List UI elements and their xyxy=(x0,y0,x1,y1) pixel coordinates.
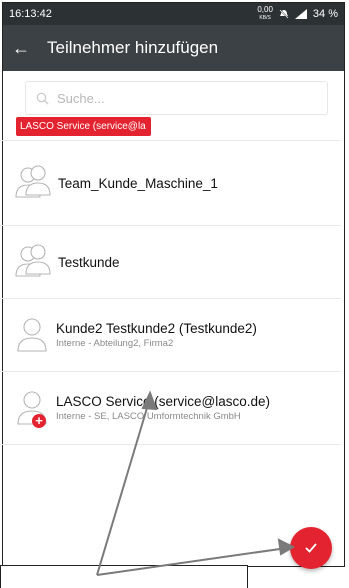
participant-details: Interne - SE, LASCO Umformtechnik GmbH xyxy=(56,411,241,422)
participant-name: Testkunde xyxy=(58,254,120,270)
selected-participant-chip[interactable]: LASCO Service (service@la xyxy=(16,117,151,136)
user-avatar: + xyxy=(14,388,50,428)
chip-label: LASCO Service (service@la xyxy=(20,121,146,132)
checkmark-icon xyxy=(305,543,317,553)
page-title: Teilnehmer hinzufügen xyxy=(47,38,219,57)
back-arrow-icon[interactable]: ← xyxy=(3,38,39,59)
participant-details: Interne - Abteilung2, Firma2 xyxy=(56,338,174,349)
network-speed-unit: KB/S xyxy=(259,15,271,21)
search-placeholder: Suche... xyxy=(57,90,105,106)
participant-name: Kunde2 Testkunde2 (Testkunde2) xyxy=(56,321,257,336)
search-icon xyxy=(36,92,49,104)
mute-icon xyxy=(279,9,289,19)
list-item[interactable]: Team_Kunde_Maschine_1 xyxy=(0,140,341,225)
search-container: Suche... xyxy=(3,71,344,121)
list-divider xyxy=(0,444,341,445)
search-input[interactable]: Suche... xyxy=(25,81,328,115)
list-item-text: Kunde2 Testkunde2 (Testkunde2) Interne -… xyxy=(56,321,257,349)
add-plus-icon[interactable]: + xyxy=(32,414,46,428)
confirm-button[interactable] xyxy=(290,527,332,569)
network-speed: 0,00 KB/S xyxy=(257,6,273,22)
signal-icon xyxy=(294,9,307,19)
participant-list: Team_Kunde_Maschine_1 Testkunde Kunde2 T… xyxy=(0,140,341,445)
list-item[interactable]: Kunde2 Testkunde2 (Testkunde2) Interne -… xyxy=(0,298,341,371)
app-bar: ← Teilnehmer hinzufügen xyxy=(3,25,344,71)
user-avatar-icon xyxy=(17,318,47,352)
participant-name: Team_Kunde_Maschine_1 xyxy=(58,175,218,191)
group-avatar-icon xyxy=(15,165,51,198)
status-time: 16:13:42 xyxy=(9,8,52,20)
status-bar: 16:13:42 0,00 KB/S 34 % xyxy=(3,3,344,25)
list-item-text: Team_Kunde_Maschine_1 xyxy=(58,176,218,191)
group-avatar-icon xyxy=(15,244,51,277)
network-speed-value: 0,00 xyxy=(257,5,273,14)
list-item[interactable]: + LASCO Service (service@lasco.de) Inter… xyxy=(0,371,341,444)
battery-level: 34 % xyxy=(312,8,338,20)
list-item-text: LASCO Service (service@lasco.de) Interne… xyxy=(56,394,270,422)
participant-name: LASCO Service (service@lasco.de) xyxy=(56,394,271,409)
status-icons: 0,00 KB/S 34 % xyxy=(257,6,338,22)
list-item-text: Testkunde xyxy=(58,255,120,270)
list-item[interactable]: Testkunde xyxy=(0,225,341,298)
annotation-callout-box xyxy=(0,565,248,588)
